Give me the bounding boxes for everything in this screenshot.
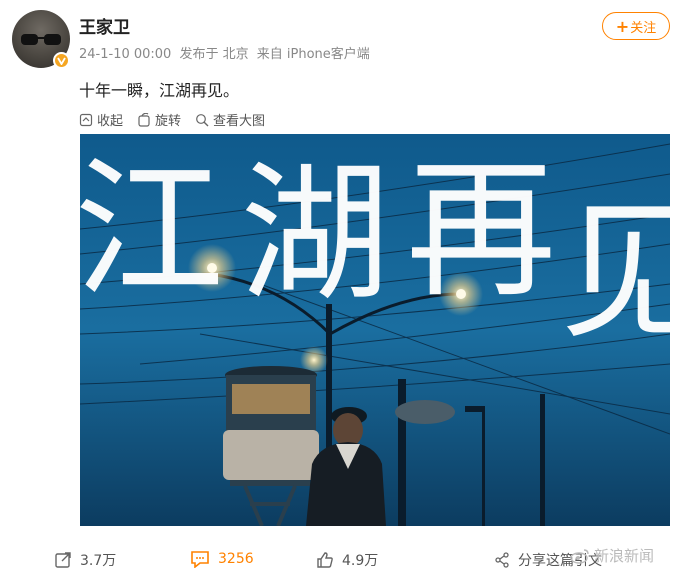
post-timestamp[interactable]: 24-1-10 00:00 <box>79 47 171 62</box>
like-button[interactable]: 4.9万 <box>316 550 378 570</box>
repost-button[interactable]: 3.7万 <box>54 550 116 570</box>
post-text: 十年一瞬，江湖再见。 <box>79 81 240 100</box>
collapse-icon <box>79 113 93 126</box>
photo-title-char: 再 <box>406 144 556 318</box>
sina-logo-icon <box>570 548 589 564</box>
comment-button[interactable]: 3256 <box>190 550 254 568</box>
like-count: 4.9万 <box>342 553 379 569</box>
share-icon <box>495 552 509 568</box>
repost-count: 3.7万 <box>80 553 117 569</box>
rotate-icon <box>138 112 150 127</box>
share-arrow-icon <box>55 552 71 568</box>
view-large-button[interactable]: 查看大图 <box>195 110 265 129</box>
sunglasses-icon <box>21 34 61 45</box>
watermark: 新浪新闻 <box>570 545 654 566</box>
magnifier-icon <box>196 113 209 126</box>
follow-button[interactable]: + 关注 <box>602 12 670 40</box>
image-toolbar: 收起 旋转 查看大图 <box>79 110 265 129</box>
post-source: 来自 iPhone客户端 <box>256 47 370 62</box>
thumbs-up-icon <box>317 552 333 568</box>
post-location: 发布于 北京 <box>179 47 249 62</box>
comment-count: 3256 <box>218 551 254 567</box>
photo-title-char: 见 <box>560 186 670 360</box>
post-meta: 24-1-10 00:00 发布于 北京 来自 iPhone客户端 <box>79 43 374 62</box>
photo-title-char: 湖 <box>240 148 390 322</box>
watermark-text: 新浪新闻 <box>594 547 655 565</box>
rotate-label: 旋转 <box>155 114 182 129</box>
follow-label: 关注 <box>630 20 657 36</box>
rotate-button[interactable]: 旋转 <box>137 110 181 129</box>
collapse-button[interactable]: 收起 <box>79 110 123 129</box>
user-name[interactable]: 王家卫 <box>79 13 130 38</box>
verified-badge-icon <box>53 52 70 69</box>
collapse-label: 收起 <box>97 114 124 129</box>
plus-icon: + <box>615 16 630 36</box>
post-image-graphic: 江 湖 再 见 <box>80 134 670 526</box>
photo-title-char: 江 <box>80 144 224 318</box>
post-image[interactable]: 江 湖 再 见 <box>80 134 670 526</box>
view-large-label: 查看大图 <box>213 114 266 129</box>
comment-icon <box>191 551 209 568</box>
